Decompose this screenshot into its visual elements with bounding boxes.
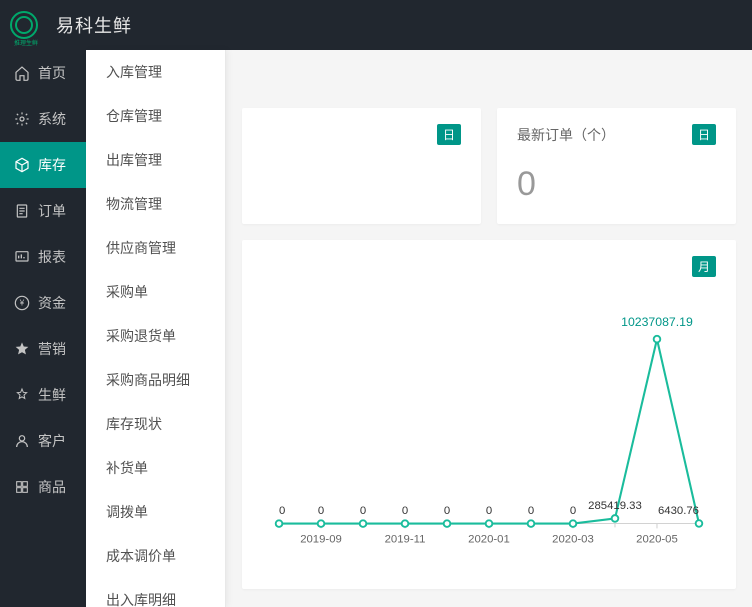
- user-icon: [14, 433, 30, 449]
- sidebar-item-box[interactable]: 库存: [0, 142, 86, 188]
- sidebar-item-gear[interactable]: 系统: [0, 96, 86, 142]
- stat-card-orders: 最新订单（个） 日 0: [497, 108, 736, 224]
- logo-wrap: 推理生鲜 易科生鲜: [10, 11, 132, 39]
- star-icon: [14, 341, 30, 357]
- submenu: 入库管理仓库管理出库管理物流管理供应商管理采购单采购退货单采购商品明细库存现状补…: [86, 50, 226, 607]
- sidebar-item-label: 营销: [38, 339, 66, 359]
- stat-card-left: 日: [242, 108, 481, 224]
- submenu-item[interactable]: 入库管理: [86, 50, 225, 94]
- gear-icon: [14, 111, 30, 127]
- badge-day[interactable]: 日: [437, 124, 461, 145]
- sidebar-item-user[interactable]: 客户: [0, 418, 86, 464]
- sidebar-item-label: 资金: [38, 293, 66, 313]
- report-icon: [14, 249, 30, 265]
- home-icon: [14, 65, 30, 81]
- logo-icon: 推理生鲜: [10, 11, 38, 39]
- sidebar-item-label: 商品: [38, 477, 66, 497]
- svg-text:¥: ¥: [19, 299, 25, 308]
- svg-text:2019-11: 2019-11: [385, 534, 426, 546]
- content-area: 日 最新订单（个） 日 0 月 2019-09 2019-11 2020-01 202…: [226, 50, 752, 607]
- doc-icon: [14, 203, 30, 219]
- submenu-item[interactable]: 采购单: [86, 270, 225, 314]
- sidebar: 首页系统库存订单报表 ¥ 资金营销生鲜客户商品: [0, 50, 86, 607]
- svg-text:0: 0: [360, 505, 366, 517]
- box-icon: [14, 157, 30, 173]
- fresh-icon: [14, 387, 30, 403]
- topbar: 推理生鲜 易科生鲜: [0, 0, 752, 50]
- submenu-item[interactable]: 供应商管理: [86, 226, 225, 270]
- svg-text:0: 0: [402, 505, 408, 517]
- submenu-item[interactable]: 调拨单: [86, 490, 225, 534]
- submenu-item[interactable]: 出库管理: [86, 138, 225, 182]
- svg-text:285419.33: 285419.33: [588, 500, 642, 512]
- logo-subtext: 推理生鲜: [12, 38, 40, 47]
- sidebar-item-label: 报表: [38, 247, 66, 267]
- svg-text:0: 0: [528, 505, 534, 517]
- submenu-item[interactable]: 出入库明细: [86, 578, 225, 607]
- sidebar-item-label: 客户: [38, 431, 66, 451]
- sidebar-item-label: 订单: [38, 201, 66, 221]
- submenu-item[interactable]: 采购退货单: [86, 314, 225, 358]
- sidebar-item-doc[interactable]: 订单: [0, 188, 86, 234]
- badge-month[interactable]: 月: [692, 256, 716, 277]
- sidebar-item-home[interactable]: 首页: [0, 50, 86, 96]
- sidebar-item-fresh[interactable]: 生鲜: [0, 372, 86, 418]
- submenu-item[interactable]: 成本调价单: [86, 534, 225, 578]
- svg-text:0: 0: [486, 505, 492, 517]
- svg-text:2020-05: 2020-05: [636, 534, 678, 546]
- sidebar-item-label: 首页: [38, 63, 66, 83]
- submenu-item[interactable]: 采购商品明细: [86, 358, 225, 402]
- submenu-item[interactable]: 物流管理: [86, 182, 225, 226]
- money-icon: ¥: [14, 295, 30, 311]
- submenu-item[interactable]: 仓库管理: [86, 94, 225, 138]
- svg-text:0: 0: [570, 505, 576, 517]
- goods-icon: [14, 479, 30, 495]
- svg-text:0: 0: [444, 505, 450, 517]
- card-title: 最新订单（个）: [517, 125, 615, 145]
- sidebar-item-label: 库存: [38, 155, 66, 175]
- submenu-item[interactable]: 补货单: [86, 446, 225, 490]
- sidebar-item-goods[interactable]: 商品: [0, 464, 86, 510]
- sidebar-item-star[interactable]: 营销: [0, 326, 86, 372]
- svg-text:0: 0: [318, 505, 324, 517]
- svg-text:10237087.19: 10237087.19: [621, 315, 693, 329]
- svg-text:2020-01: 2020-01: [468, 534, 510, 546]
- badge-day[interactable]: 日: [692, 124, 716, 145]
- line-chart: 2019-09 2019-11 2020-01 2020-03 2020-05 0 0 0 0 0…: [262, 289, 716, 569]
- sidebar-item-report[interactable]: 报表: [0, 234, 86, 280]
- card-value: 0: [517, 165, 716, 204]
- sidebar-item-label: 系统: [38, 109, 66, 129]
- svg-text:2019-09: 2019-09: [300, 534, 342, 546]
- sidebar-item-label: 生鲜: [38, 385, 66, 405]
- chart-card: 月 2019-09 2019-11 2020-01 2020-03 2020-05 0 0 0…: [242, 240, 736, 589]
- svg-text:6430.76: 6430.76: [658, 505, 699, 517]
- submenu-item[interactable]: 库存现状: [86, 402, 225, 446]
- sidebar-item-money[interactable]: ¥ 资金: [0, 280, 86, 326]
- app-title: 易科生鲜: [56, 12, 132, 38]
- svg-text:2020-03: 2020-03: [552, 534, 594, 546]
- svg-text:0: 0: [279, 505, 285, 517]
